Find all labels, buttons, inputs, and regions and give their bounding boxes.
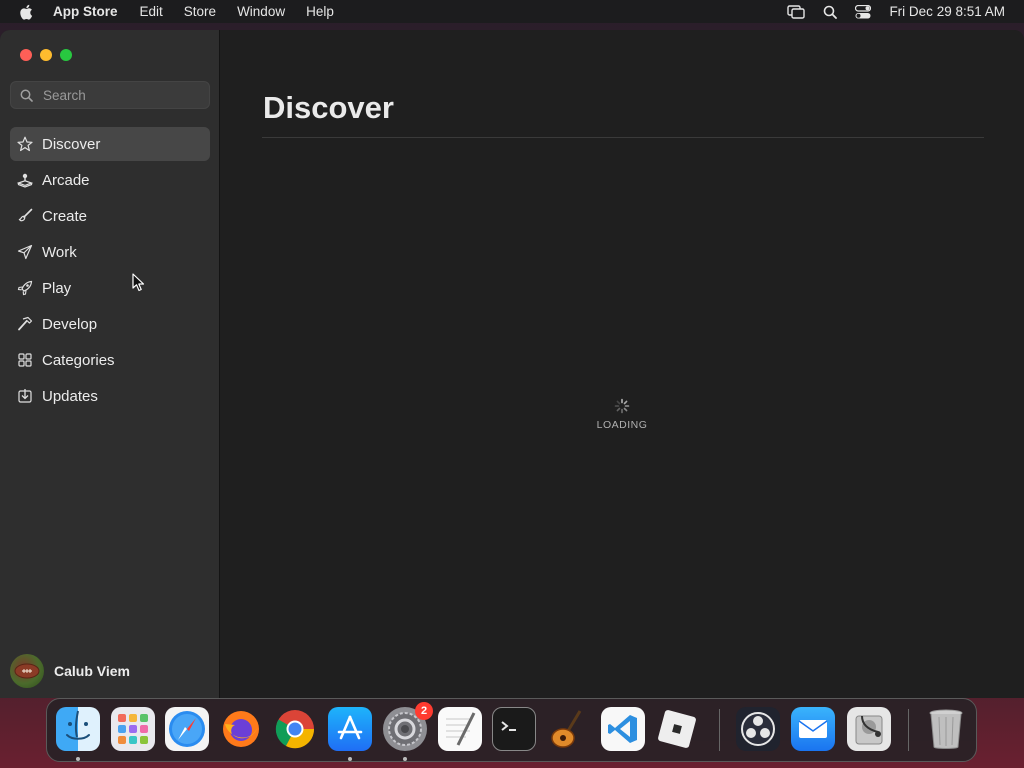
menu-help[interactable]: Help <box>306 4 334 19</box>
avatar <box>10 654 44 688</box>
notification-badge: 2 <box>415 702 433 720</box>
terminal-icon[interactable] <box>492 707 536 751</box>
screen-mirroring-icon[interactable] <box>787 4 806 19</box>
star-icon <box>16 135 34 153</box>
dock-separator <box>908 709 909 751</box>
search-box[interactable] <box>10 81 210 109</box>
joystick-icon <box>16 171 34 189</box>
grid-icon <box>16 351 34 369</box>
firefox-icon[interactable] <box>219 707 263 751</box>
sidebar-item-label: Updates <box>42 387 98 405</box>
user-name: Calub Viem <box>54 663 130 679</box>
sidebar-item-label: Create <box>42 207 88 225</box>
menu-window[interactable]: Window <box>237 4 285 19</box>
trash-icon[interactable] <box>924 707 968 751</box>
page-title: Discover <box>263 90 394 125</box>
sidebar-item-categories[interactable]: Categories <box>10 343 210 377</box>
sidebar-item-label: Discover <box>42 135 101 153</box>
sidebar-item-work[interactable]: Work <box>10 235 210 269</box>
user-account[interactable]: Calub Viem <box>10 654 130 688</box>
main-content: Discover LOADING <box>220 30 1024 698</box>
menu-store[interactable]: Store <box>184 4 216 19</box>
dock-separator <box>719 709 720 751</box>
sidebar-item-develop[interactable]: Develop <box>10 307 210 341</box>
app-store-icon[interactable] <box>328 707 372 751</box>
sidebar-item-label: Work <box>42 243 77 261</box>
loading-indicator: LOADING <box>592 398 652 431</box>
spinner-icon <box>614 398 630 414</box>
running-indicator <box>348 757 352 761</box>
menu-bar-clock[interactable]: Fri Dec 29 8:51 AM <box>889 4 1005 19</box>
sidebar-item-label: Develop <box>42 315 98 333</box>
hammer-icon <box>16 315 34 333</box>
rocket-icon <box>16 279 34 297</box>
system-settings-icon[interactable]: 2 <box>383 702 433 751</box>
safari-icon[interactable] <box>165 707 209 751</box>
title-divider <box>262 137 984 138</box>
sidebar-item-play[interactable]: Play <box>10 271 210 305</box>
menu-edit[interactable]: Edit <box>140 4 163 19</box>
garageband-icon[interactable] <box>546 707 590 751</box>
running-indicator <box>403 757 407 761</box>
sidebar-item-label: Play <box>42 279 72 297</box>
search-input[interactable] <box>41 86 195 104</box>
sidebar-item-arcade[interactable]: Arcade <box>10 163 210 197</box>
textedit-icon[interactable] <box>438 707 482 751</box>
running-indicator <box>76 757 80 761</box>
sidebar-item-create[interactable]: Create <box>10 199 210 233</box>
apple-menu-icon[interactable] <box>18 3 36 21</box>
obs-icon[interactable] <box>736 707 780 751</box>
finder-icon[interactable] <box>56 707 100 751</box>
close-window-button[interactable] <box>20 49 32 61</box>
control-center-icon[interactable] <box>855 4 872 19</box>
sidebar-item-discover[interactable]: Discover <box>10 127 210 161</box>
search-icon <box>20 89 33 102</box>
dock: 2 <box>46 698 977 762</box>
app-store-window: Discover Arcade Create Work <box>0 30 1024 698</box>
brush-icon <box>16 207 34 225</box>
sidebar-nav: Discover Arcade Create Work Play Develop… <box>10 127 210 415</box>
sidebar-item-label: Categories <box>42 351 115 369</box>
window-controls <box>20 49 80 61</box>
chrome-icon[interactable] <box>273 707 317 751</box>
disk-utility-icon[interactable] <box>847 707 891 751</box>
mail-icon[interactable] <box>791 707 835 751</box>
spotlight-search-icon[interactable] <box>823 5 838 19</box>
launchpad-icon[interactable] <box>111 707 155 751</box>
loading-text: LOADING <box>596 419 648 431</box>
sidebar-item-label: Arcade <box>42 171 90 189</box>
zoom-window-button[interactable] <box>60 49 72 61</box>
mouse-cursor-icon <box>132 273 145 292</box>
sidebar-item-updates[interactable]: Updates <box>10 379 210 413</box>
download-icon <box>16 387 34 405</box>
minimize-window-button[interactable] <box>40 49 52 61</box>
menu-bar: App Store Edit Store Window Help Fri Dec… <box>0 0 1024 23</box>
roblox-icon[interactable] <box>655 707 699 751</box>
paper-plane-icon <box>16 243 34 261</box>
menu-app-name[interactable]: App Store <box>53 4 118 19</box>
vscode-icon[interactable] <box>601 707 645 751</box>
sidebar: Discover Arcade Create Work <box>0 30 220 698</box>
